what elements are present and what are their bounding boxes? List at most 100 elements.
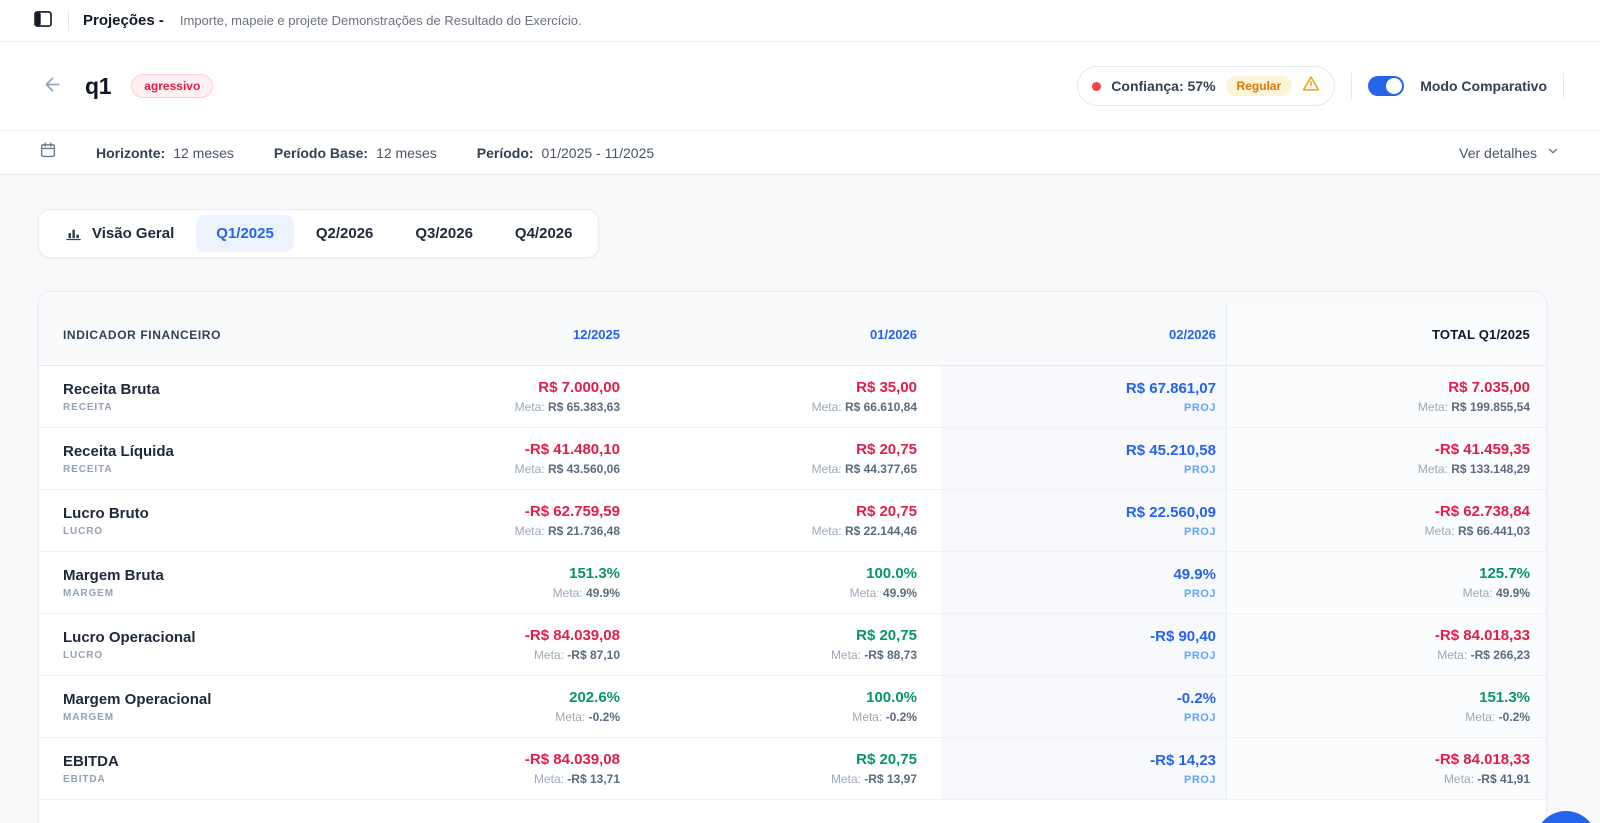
indicator-name: Receita Bruta — [63, 381, 372, 398]
value-cell: 49.9%PROJ — [941, 552, 1226, 613]
meta-amount: -R$ 13,71 — [567, 772, 620, 786]
meta-amount: -0.2% — [589, 710, 620, 724]
confidence-text: Confiança: 57% — [1111, 78, 1215, 94]
tab-label: Visão Geral — [92, 225, 174, 242]
meta-label: Meta: — [1444, 772, 1477, 786]
cell-value: 202.6% — [372, 689, 620, 706]
indicator-name: Lucro Bruto — [63, 505, 372, 522]
value-cell: 151.3%Meta: 49.9% — [372, 565, 644, 600]
cell-value: -R$ 90,40 — [941, 628, 1216, 645]
cell-value: 49.9% — [941, 566, 1216, 583]
meta-amount: R$ 66.610,84 — [845, 400, 917, 414]
tab-label: Q1/2025 — [216, 225, 274, 242]
chevron-down-icon — [1546, 144, 1560, 161]
tab-q2-2026[interactable]: Q2/2026 — [296, 215, 394, 252]
column-header-12-2025[interactable]: 12/2025 — [372, 327, 644, 342]
table-row[interactable]: Receita Bruta RECEITAR$ 7.000,00Meta: R$ … — [39, 366, 1546, 428]
table-row[interactable]: Lucro OperacionalLUCRO-R$ 84.039,08Meta:… — [39, 614, 1546, 676]
projected-label: PROJ — [941, 650, 1216, 662]
table-row[interactable]: Lucro BrutoLUCRO-R$ 62.759,59Meta: R$ 21… — [39, 490, 1546, 552]
main-content: Visão GeralQ1/2025Q2/2026Q3/2026Q4/2026 … — [0, 175, 1600, 823]
scenario-name: q1 — [85, 73, 111, 100]
tab-q3-2026[interactable]: Q3/2026 — [395, 215, 493, 252]
cell-value: 100.0% — [644, 565, 917, 582]
back-button[interactable] — [40, 72, 65, 100]
meta-label: Meta: — [812, 524, 845, 538]
period-info: Período: 01/2025 - 11/2025 — [477, 145, 654, 161]
tab-label: Q2/2026 — [316, 225, 374, 242]
divider — [1351, 73, 1352, 99]
cell-value: -0.2% — [941, 690, 1216, 707]
meta-label: Meta: — [515, 400, 548, 414]
value-cell: R$ 45.210,58PROJ — [941, 428, 1226, 489]
projected-label: PROJ — [941, 526, 1216, 538]
page-subtitle: Importe, mapeie e projete Demonstrações … — [180, 13, 582, 28]
bar-chart-icon — [65, 226, 82, 241]
comparative-mode-label: Modo Comparativo — [1420, 78, 1547, 94]
value-cell: -R$ 41.480,10Meta: R$ 43.560,06 — [372, 441, 644, 476]
indicator-name: Margem Operacional — [63, 691, 372, 708]
table-row[interactable]: Receita Líquida RECEITA-R$ 41.480,10Meta:… — [39, 428, 1546, 490]
confidence-level-badge: Regular — [1226, 76, 1293, 96]
tab-q1-2025[interactable]: Q1/2025 — [196, 215, 294, 252]
projection-table: INDICADOR FINANCEIRO 12/2025 01/2026 02/… — [38, 291, 1547, 823]
cell-value: R$ 35,00 — [644, 379, 917, 396]
meta-amount: 49.9% — [883, 586, 917, 600]
table-row[interactable]: Margem OperacionalMARGEM202.6%Meta: -0.2… — [39, 676, 1546, 738]
tab-q4-2026[interactable]: Q4/2026 — [495, 215, 593, 252]
panel-left-icon — [34, 11, 52, 30]
projected-label: PROJ — [941, 774, 1216, 786]
meta-amount: R$ 66.441,03 — [1458, 524, 1530, 538]
meta-value: Meta: R$ 65.383,63 — [372, 400, 620, 414]
column-header-02-2026[interactable]: 02/2026 — [941, 327, 1226, 342]
cell-value: 100.0% — [644, 689, 917, 706]
view-details-button[interactable]: Ver detalhes — [1459, 144, 1560, 161]
table-row[interactable]: EBITDAEBITDA-R$ 84.039,08Meta: -R$ 13,71… — [39, 738, 1546, 800]
table-body: Receita BrutaRECEITAR$ 7.000,00Meta: R$ … — [39, 366, 1546, 800]
cell-value: -R$ 14,23 — [941, 752, 1216, 769]
value-cell: 100.0%Meta: -0.2% — [644, 689, 941, 724]
cell-value: R$ 7.035,00 — [1227, 379, 1530, 396]
meta-value: Meta: 49.9% — [644, 586, 917, 600]
period-label: Período: — [477, 145, 534, 161]
meta-amount: 49.9% — [1496, 586, 1530, 600]
value-cell: -R$ 84.039,08Meta: -R$ 13,71 — [372, 751, 644, 786]
indicator-name: Receita Líquida — [63, 443, 372, 460]
value-cell: R$ 7.000,00Meta: R$ 65.383,63 — [372, 379, 644, 414]
meta-amount: -R$ 87,10 — [567, 648, 620, 662]
comparative-mode-toggle[interactable] — [1368, 76, 1404, 96]
meta-value: Meta: R$ 133.148,29 — [1227, 462, 1530, 476]
sidebar-toggle-button[interactable] — [32, 9, 54, 32]
meta-label: Meta: — [850, 586, 883, 600]
value-cell: R$ 20,75Meta: -R$ 13,97 — [644, 751, 941, 786]
cell-value: R$ 20,75 — [644, 503, 917, 520]
tab-label: Q3/2026 — [415, 225, 473, 242]
value-cell: R$ 7.035,00Meta: R$ 199.855,54 — [1226, 366, 1546, 427]
page-title: Projeções - — [83, 12, 164, 29]
column-header-total: TOTAL Q1/2025 — [1226, 304, 1546, 365]
meta-label: Meta: — [534, 648, 567, 662]
value-cell: -R$ 62.759,59Meta: R$ 21.736,48 — [372, 503, 644, 538]
indicator-category: RECEITA — [63, 464, 372, 475]
period-value: 01/2025 - 11/2025 — [542, 145, 655, 161]
table-row[interactable]: Margem BrutaMARGEM151.3%Meta: 49.9%100.0… — [39, 552, 1546, 614]
table-header-row: INDICADOR FINANCEIRO 12/2025 01/2026 02/… — [39, 292, 1546, 366]
tab-vis-o-geral[interactable]: Visão Geral — [45, 215, 194, 252]
column-header-01-2026[interactable]: 01/2026 — [644, 327, 941, 342]
cell-value: -R$ 62.738,84 — [1227, 503, 1530, 520]
meta-amount: 49.9% — [586, 586, 620, 600]
meta-label: Meta: — [555, 710, 588, 724]
confidence-dot-icon — [1092, 82, 1101, 91]
value-cell: R$ 67.861,07PROJ — [941, 366, 1226, 427]
topbar: Projeções - Importe, mapeie e projete De… — [0, 0, 1600, 42]
meta-label: Meta: — [852, 710, 885, 724]
indicator-category: RECEITA — [63, 402, 372, 413]
projected-label: PROJ — [941, 712, 1216, 724]
value-cell: R$ 35,00Meta: R$ 66.610,84 — [644, 379, 941, 414]
value-cell: R$ 20,75Meta: -R$ 88,73 — [644, 627, 941, 662]
confidence-pill[interactable]: Confiança: 57% Regular — [1077, 66, 1335, 106]
meta-amount: R$ 133.148,29 — [1451, 462, 1530, 476]
meta-label: Meta: — [515, 462, 548, 476]
meta-value: Meta: -0.2% — [372, 710, 620, 724]
value-cell: -R$ 14,23 PROJ — [941, 738, 1226, 799]
